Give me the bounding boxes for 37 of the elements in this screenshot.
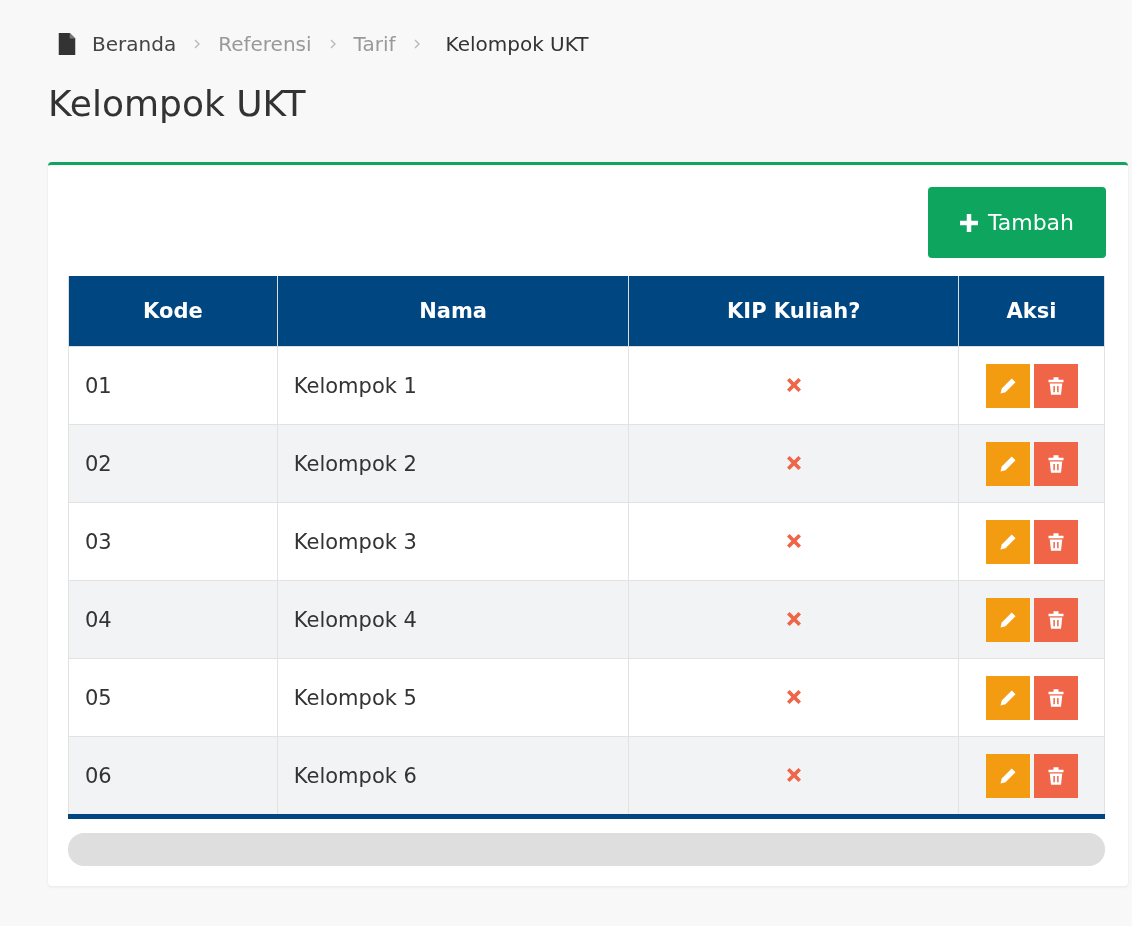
- edit-button[interactable]: [985, 753, 1030, 798]
- table-cell: 04: [68, 580, 278, 659]
- scrollbar[interactable]: [68, 833, 1105, 866]
- column-header: Kode: [68, 276, 278, 347]
- table-cell: Kelompok 1: [277, 346, 629, 425]
- edit-button[interactable]: [985, 519, 1030, 564]
- breadcrumb-link[interactable]: Tarif: [353, 32, 396, 56]
- add-button[interactable]: Tambah: [928, 187, 1106, 258]
- table-cell: 03: [68, 502, 278, 581]
- breadcrumb-link[interactable]: Referensi: [218, 32, 312, 56]
- table-cell: 05: [68, 658, 278, 737]
- breadcrumb-link[interactable]: Beranda: [92, 32, 177, 56]
- delete-button[interactable]: [1033, 753, 1078, 798]
- page-title: Kelompok UKT: [48, 82, 307, 126]
- column-header: KIP Kuliah?: [628, 276, 959, 347]
- plus-icon: [959, 213, 978, 232]
- edit-button[interactable]: [985, 441, 1030, 486]
- delete-button[interactable]: [1033, 675, 1078, 720]
- edit-button[interactable]: [985, 675, 1030, 720]
- table-cell: Kelompok 2: [277, 424, 629, 503]
- delete-button[interactable]: [1033, 597, 1078, 642]
- breadcrumb-current: Kelompok UKT: [445, 32, 589, 56]
- table-cell: 06: [68, 736, 278, 817]
- table-cell: Kelompok 6: [277, 736, 629, 817]
- edit-button[interactable]: [985, 363, 1030, 408]
- table-cell: Kelompok 5: [277, 658, 629, 737]
- delete-button[interactable]: [1033, 441, 1078, 486]
- edit-button[interactable]: [985, 597, 1030, 642]
- column-header: Aksi: [958, 276, 1105, 347]
- delete-button[interactable]: [1033, 519, 1078, 564]
- table-cell: 02: [68, 424, 278, 503]
- table-cell: Kelompok 3: [277, 502, 629, 581]
- column-header: Nama: [277, 276, 629, 347]
- delete-button[interactable]: [1033, 363, 1078, 408]
- table-cell: Kelompok 4: [277, 580, 629, 659]
- document-icon: [58, 33, 76, 55]
- table-cell: 01: [68, 346, 278, 425]
